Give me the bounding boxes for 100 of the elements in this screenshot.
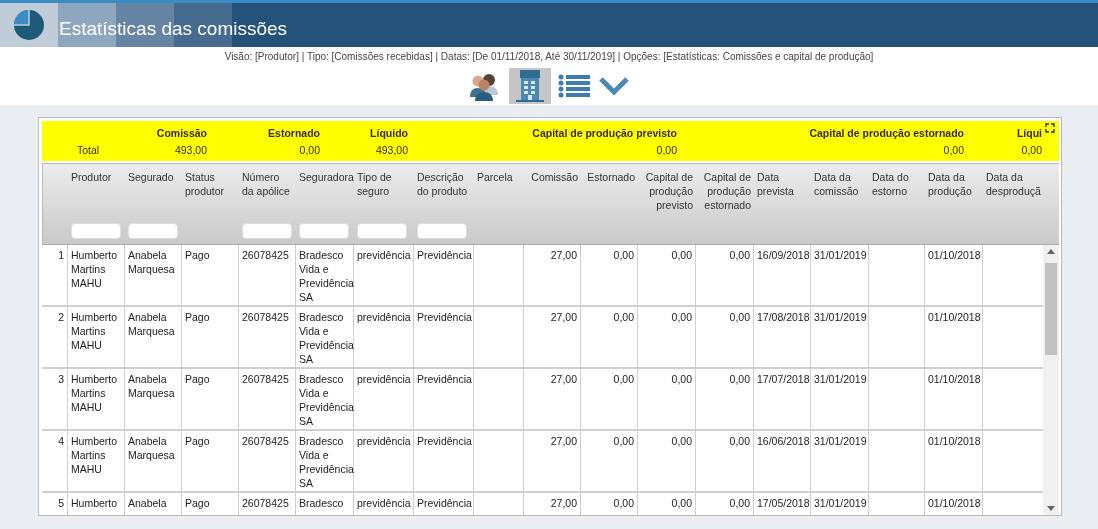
table-cell-text: 0,00: [670, 496, 692, 510]
table-cell: 16/09/2018: [757, 248, 807, 262]
row-number: 4: [57, 434, 64, 448]
table-cell: Previdência: [417, 434, 470, 448]
table-cell-text: 26078425: [242, 310, 290, 324]
table-cell-text: Anabela Marquesa: [128, 248, 176, 276]
column-header[interactable]: Capital de produção previsto: [641, 170, 693, 212]
scrollbar[interactable]: [1043, 245, 1059, 515]
table-cell-text: 0,00: [612, 310, 634, 324]
filter-field[interactable]: [242, 223, 292, 239]
table-cell: 31/01/2019: [814, 496, 865, 510]
table-cell: 17/07/2018: [757, 372, 807, 386]
column-header[interactable]: Parcela: [477, 170, 521, 184]
table-cell-text: Anabela Marquesa: [128, 434, 176, 462]
table-cell: 31/01/2019: [814, 372, 865, 386]
summary-heading: Líquido: [369, 126, 408, 139]
table-cell: Previdência: [417, 372, 470, 386]
column-header[interactable]: Data prevista: [757, 170, 808, 198]
filter-field[interactable]: [417, 223, 467, 239]
table-cell-text: 27,00: [549, 248, 577, 262]
expand-icon[interactable]: [1045, 123, 1055, 133]
filter-field[interactable]: [128, 223, 178, 239]
table-cell: Previdência: [417, 248, 470, 262]
summary-value: 0,00: [298, 143, 320, 156]
table-cell-text: 0,00: [728, 496, 750, 510]
table-cell-text: 27,00: [549, 310, 577, 324]
table-cell-text: Pago: [185, 496, 211, 510]
summary-heading: Líqui: [1015, 126, 1042, 139]
chevron-down-icon: [598, 76, 630, 96]
table-cell-text: 26078425: [242, 434, 290, 448]
table-cell-text: Bradesco: [299, 496, 345, 510]
column-header[interactable]: Capital de produção estornado: [699, 170, 751, 212]
scrollbar-thumb[interactable]: [1045, 263, 1057, 355]
building-icon: [516, 70, 544, 102]
table-cell: 31/01/2019: [814, 310, 865, 324]
summary-heading: Capital de produção estornado: [808, 126, 964, 139]
summary-label: Total: [76, 143, 101, 156]
list-icon: [558, 74, 590, 98]
table-cell-text: 0,00: [728, 310, 750, 324]
table-cell-text: Anabela Marquesa: [128, 310, 176, 338]
table-cell-text: 0,00: [670, 434, 692, 448]
summary-value: 0,00: [1020, 143, 1042, 156]
column-header[interactable]: Estornado: [584, 170, 635, 184]
column-header[interactable]: Tipo de seguro: [357, 170, 411, 198]
scroll-down-icon[interactable]: [1047, 506, 1055, 511]
table-cell: previdência: [357, 496, 410, 510]
column-header[interactable]: Data da produção: [928, 170, 980, 198]
table-cell: 01/10/2018: [928, 496, 979, 510]
table-cell-text: Humberto Martins MAHU: [71, 372, 119, 414]
column-header[interactable]: Comissão: [527, 170, 578, 184]
table-cell-text: Anabela: [128, 496, 168, 510]
table-cell-text: 26078425: [242, 496, 290, 510]
scroll-up-icon[interactable]: [1047, 249, 1055, 254]
filter-field[interactable]: [357, 223, 407, 239]
column-header[interactable]: Número da apólice: [242, 170, 293, 198]
table-cell-text: Pago: [185, 248, 211, 262]
table-cell-text: 0,00: [728, 372, 750, 386]
table-cell-text: 0,00: [728, 434, 750, 448]
column-header[interactable]: Data do estorno: [872, 170, 922, 198]
summary-heading: Estornado: [267, 126, 320, 139]
table-cell-text: Pago: [185, 434, 211, 448]
filter-field[interactable]: [71, 223, 121, 239]
table-cell-text: 0,00: [670, 248, 692, 262]
table-cell-text: 0,00: [612, 248, 634, 262]
filter-field[interactable]: [299, 223, 349, 239]
summary-value: 493,00: [374, 143, 408, 156]
row-number: 1: [57, 248, 64, 262]
table-cell-text: 0,00: [612, 434, 634, 448]
column-header[interactable]: Descrição do produto: [417, 170, 471, 198]
table-cell: 16/06/2018: [757, 434, 807, 448]
table-cell: Previdência: [417, 310, 470, 324]
table-cell: 01/10/2018: [928, 248, 979, 262]
table-cell-text: Humberto Martins MAHU: [71, 434, 119, 476]
column-header[interactable]: Data da comissão: [814, 170, 866, 198]
table-cell: 01/10/2018: [928, 372, 979, 386]
table-cell-text: 0,00: [670, 372, 692, 386]
summary-heading: Comissão: [155, 126, 207, 139]
view-button[interactable]: [509, 68, 551, 104]
table-cell-text: Anabela Marquesa: [128, 372, 176, 400]
table-cell-text: Pago: [185, 372, 211, 386]
column-header[interactable]: Data da desproduçã: [986, 170, 1042, 198]
table-cell-text: 26078425: [242, 248, 290, 262]
table-cell-text: 0,00: [612, 496, 634, 510]
pie-chart-icon: [13, 9, 45, 41]
table-cell-text: 27,00: [549, 496, 577, 510]
table-cell-text: 0,00: [728, 248, 750, 262]
table-cell: previdência: [357, 434, 410, 448]
row-number: 3: [57, 372, 64, 386]
table-cell-text: Humberto Martins MAHU: [71, 248, 119, 290]
row-number: 5: [57, 496, 64, 510]
column-header[interactable]: Produtor: [71, 170, 122, 184]
summary-value: 493,00: [173, 143, 207, 156]
table-cell: Previdência: [417, 496, 470, 510]
column-header[interactable]: Segurado: [128, 170, 179, 184]
table-cell: previdência: [357, 310, 410, 324]
table-cell: 31/01/2019: [814, 248, 865, 262]
column-header[interactable]: Status produtor: [185, 170, 236, 198]
summary-heading: Capital de produção previsto: [531, 126, 677, 139]
table-cell: 17/05/2018: [757, 496, 807, 510]
table-cell-text: 0,00: [612, 372, 634, 386]
